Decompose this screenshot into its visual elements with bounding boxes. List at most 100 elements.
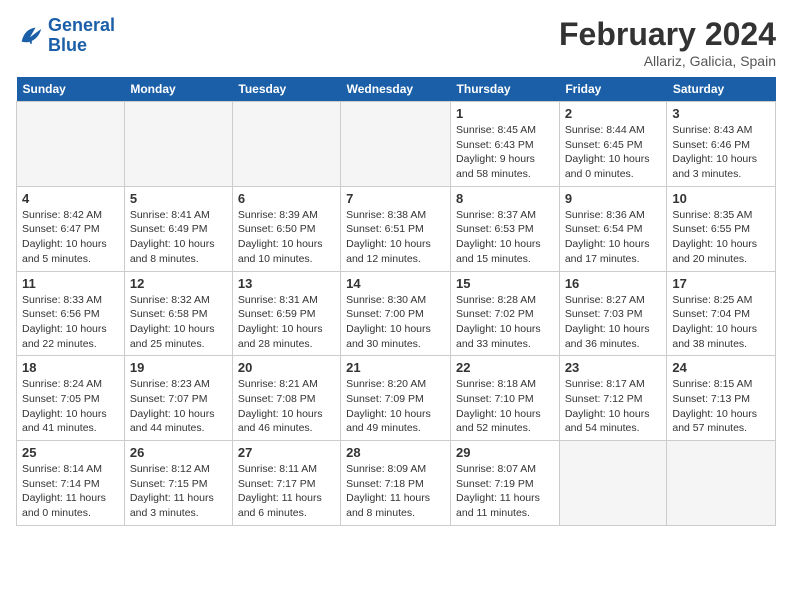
day-of-week-header: Sunday [17,77,125,102]
calendar-cell: 6 Sunrise: 8:39 AM Sunset: 6:50 PM Daylig… [232,186,340,271]
calendar-week-row: 18 Sunrise: 8:24 AM Sunset: 7:05 PM Dayli… [17,356,776,441]
calendar-week-row: 1Sunrise: 8:45 AM Sunset: 6:43 PM Daylig… [17,102,776,187]
calendar-cell [124,102,232,187]
day-of-week-header: Saturday [667,77,776,102]
calendar-cell: 27 Sunrise: 8:11 AM Sunset: 7:17 PM Dayli… [232,441,340,526]
day-info: Sunrise: 8:33 AM Sunset: 6:56 PM Dayligh… [22,293,119,352]
page-header: General Blue February 2024 Allariz, Gali… [16,16,776,69]
calendar-cell: 1Sunrise: 8:45 AM Sunset: 6:43 PM Daylig… [451,102,560,187]
day-number: 19 [130,360,227,375]
calendar-cell: 10 Sunrise: 8:35 AM Sunset: 6:55 PM Dayli… [667,186,776,271]
day-number: 7 [346,191,445,206]
calendar-header-row: SundayMondayTuesdayWednesdayThursdayFrid… [17,77,776,102]
calendar-cell: 8 Sunrise: 8:37 AM Sunset: 6:53 PM Daylig… [451,186,560,271]
day-number: 21 [346,360,445,375]
day-number: 24 [672,360,770,375]
day-info: Sunrise: 8:20 AM Sunset: 7:09 PM Dayligh… [346,377,445,436]
calendar-cell [17,102,125,187]
day-number: 11 [22,276,119,291]
calendar-cell: 25 Sunrise: 8:14 AM Sunset: 7:14 PM Dayli… [17,441,125,526]
calendar-cell: 26 Sunrise: 8:12 AM Sunset: 7:15 PM Dayli… [124,441,232,526]
calendar-table: SundayMondayTuesdayWednesdayThursdayFrid… [16,77,776,526]
day-info: Sunrise: 8:15 AM Sunset: 7:13 PM Dayligh… [672,377,770,436]
day-number: 17 [672,276,770,291]
calendar-week-row: 25 Sunrise: 8:14 AM Sunset: 7:14 PM Dayli… [17,441,776,526]
calendar-cell: 2 Sunrise: 8:44 AM Sunset: 6:45 PM Daylig… [559,102,667,187]
day-of-week-header: Tuesday [232,77,340,102]
calendar-cell: 13 Sunrise: 8:31 AM Sunset: 6:59 PM Dayli… [232,271,340,356]
calendar-cell: 3 Sunrise: 8:43 AM Sunset: 6:46 PM Daylig… [667,102,776,187]
day-info: Sunrise: 8:41 AM Sunset: 6:49 PM Dayligh… [130,208,227,267]
day-info: Sunrise: 8:35 AM Sunset: 6:55 PM Dayligh… [672,208,770,267]
day-info: Sunrise: 8:28 AM Sunset: 7:02 PM Dayligh… [456,293,554,352]
calendar-cell: 14Sunrise: 8:30 AM Sunset: 7:00 PM Dayli… [341,271,451,356]
month-title: February 2024 [559,16,776,53]
calendar-cell: 12 Sunrise: 8:32 AM Sunset: 6:58 PM Dayli… [124,271,232,356]
day-number: 18 [22,360,119,375]
day-number: 8 [456,191,554,206]
day-info: Sunrise: 8:32 AM Sunset: 6:58 PM Dayligh… [130,293,227,352]
calendar-cell: 19 Sunrise: 8:23 AM Sunset: 7:07 PM Dayli… [124,356,232,441]
day-number: 3 [672,106,770,121]
calendar-cell: 29 Sunrise: 8:07 AM Sunset: 7:19 PM Dayli… [451,441,560,526]
day-info: Sunrise: 8:21 AM Sunset: 7:08 PM Dayligh… [238,377,335,436]
day-number: 6 [238,191,335,206]
day-info: Sunrise: 8:17 AM Sunset: 7:12 PM Dayligh… [565,377,662,436]
calendar-cell: 15 Sunrise: 8:28 AM Sunset: 7:02 PM Dayli… [451,271,560,356]
day-number: 9 [565,191,662,206]
calendar-cell: 24 Sunrise: 8:15 AM Sunset: 7:13 PM Dayli… [667,356,776,441]
day-number: 5 [130,191,227,206]
day-info: Sunrise: 8:43 AM Sunset: 6:46 PM Dayligh… [672,123,770,182]
day-info: Sunrise: 8:14 AM Sunset: 7:14 PM Dayligh… [22,462,119,521]
calendar-cell: 4Sunrise: 8:42 AM Sunset: 6:47 PM Daylig… [17,186,125,271]
day-info: Sunrise: 8:44 AM Sunset: 6:45 PM Dayligh… [565,123,662,182]
calendar-cell: 11 Sunrise: 8:33 AM Sunset: 6:56 PM Dayli… [17,271,125,356]
calendar-cell: 17 Sunrise: 8:25 AM Sunset: 7:04 PM Dayli… [667,271,776,356]
day-number: 13 [238,276,335,291]
day-info: Sunrise: 8:09 AM Sunset: 7:18 PM Dayligh… [346,462,445,521]
logo-bird-icon [16,22,44,50]
day-number: 23 [565,360,662,375]
day-info: Sunrise: 8:24 AM Sunset: 7:05 PM Dayligh… [22,377,119,436]
calendar-cell: 28 Sunrise: 8:09 AM Sunset: 7:18 PM Dayli… [341,441,451,526]
calendar-cell: 21 Sunrise: 8:20 AM Sunset: 7:09 PM Dayli… [341,356,451,441]
day-number: 26 [130,445,227,460]
day-info: Sunrise: 8:36 AM Sunset: 6:54 PM Dayligh… [565,208,662,267]
day-of-week-header: Friday [559,77,667,102]
day-info: Sunrise: 8:39 AM Sunset: 6:50 PM Dayligh… [238,208,335,267]
calendar-cell: 23 Sunrise: 8:17 AM Sunset: 7:12 PM Dayli… [559,356,667,441]
calendar-cell [341,102,451,187]
day-info: Sunrise: 8:42 AM Sunset: 6:47 PM Dayligh… [22,208,119,267]
calendar-cell: 18 Sunrise: 8:24 AM Sunset: 7:05 PM Dayli… [17,356,125,441]
day-number: 29 [456,445,554,460]
day-info: Sunrise: 8:25 AM Sunset: 7:04 PM Dayligh… [672,293,770,352]
day-number: 15 [456,276,554,291]
day-of-week-header: Wednesday [341,77,451,102]
day-info: Sunrise: 8:07 AM Sunset: 7:19 PM Dayligh… [456,462,554,521]
day-number: 1 [456,106,554,121]
day-number: 12 [130,276,227,291]
day-number: 2 [565,106,662,121]
location: Allariz, Galicia, Spain [559,53,776,69]
day-info: Sunrise: 8:23 AM Sunset: 7:07 PM Dayligh… [130,377,227,436]
calendar-cell: 7 Sunrise: 8:38 AM Sunset: 6:51 PM Daylig… [341,186,451,271]
calendar-week-row: 4Sunrise: 8:42 AM Sunset: 6:47 PM Daylig… [17,186,776,271]
day-number: 22 [456,360,554,375]
day-number: 28 [346,445,445,460]
calendar-cell: 22 Sunrise: 8:18 AM Sunset: 7:10 PM Dayli… [451,356,560,441]
day-info: Sunrise: 8:18 AM Sunset: 7:10 PM Dayligh… [456,377,554,436]
day-info: Sunrise: 8:27 AM Sunset: 7:03 PM Dayligh… [565,293,662,352]
day-number: 27 [238,445,335,460]
day-info: Sunrise: 8:31 AM Sunset: 6:59 PM Dayligh… [238,293,335,352]
calendar-cell: 9 Sunrise: 8:36 AM Sunset: 6:54 PM Daylig… [559,186,667,271]
day-number: 25 [22,445,119,460]
day-info: Sunrise: 8:37 AM Sunset: 6:53 PM Dayligh… [456,208,554,267]
day-info: Sunrise: 8:38 AM Sunset: 6:51 PM Dayligh… [346,208,445,267]
day-info: Sunrise: 8:11 AM Sunset: 7:17 PM Dayligh… [238,462,335,521]
calendar-cell: 16Sunrise: 8:27 AM Sunset: 7:03 PM Dayli… [559,271,667,356]
day-number: 10 [672,191,770,206]
title-block: February 2024 Allariz, Galicia, Spain [559,16,776,69]
calendar-cell: 5 Sunrise: 8:41 AM Sunset: 6:49 PM Daylig… [124,186,232,271]
day-info: Sunrise: 8:12 AM Sunset: 7:15 PM Dayligh… [130,462,227,521]
day-number: 20 [238,360,335,375]
